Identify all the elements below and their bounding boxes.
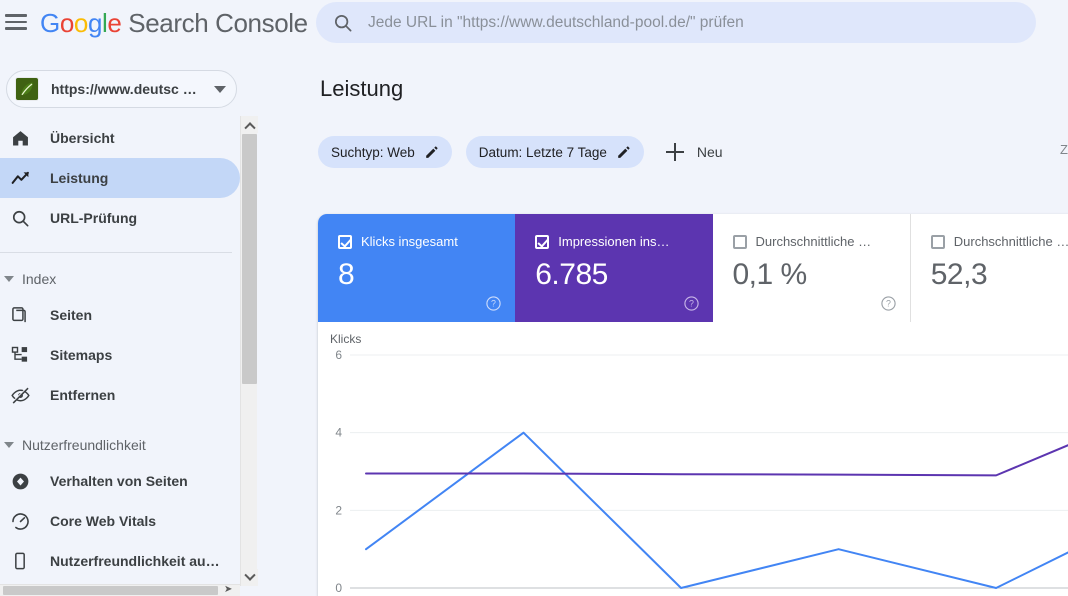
sidebar-item-label: Sitemaps [50,347,113,363]
brand-suffix: Search Console [121,8,308,38]
sidebar-item-label: Leistung [50,170,109,186]
hamburger-menu-icon[interactable] [4,12,28,32]
pages-icon [8,303,32,327]
add-filter-label: Neu [696,144,723,160]
svg-text:0: 0 [335,581,342,595]
svg-text:6: 6 [335,348,342,362]
metric-card-value: 6.785 [535,258,608,291]
metric-card-label: Durchschnittliche … [755,234,872,249]
sidebar-item-label: Nutzerfreundlichkeit au… [50,553,220,569]
chevron-up-icon [243,121,256,133]
sidebar-group-label: Index [22,271,57,287]
site-favicon-icon [15,77,39,101]
eye-off-icon [8,383,32,407]
sidebar-group-label: Nutzerfreundlichkeit [22,437,146,453]
scrollbar-thumb[interactable] [3,586,218,595]
sidebar-item-seiten[interactable]: Seiten [0,295,240,335]
speedometer-icon [8,509,32,533]
scrollbar-thumb[interactable] [242,134,257,384]
sidebar-item-verhalten-von-seiten[interactable]: Verhalten von Seiten [0,461,240,501]
plus-icon [665,143,684,161]
sidebar-item-label: Entfernen [50,387,116,403]
sidebar-item-core-web-vitals[interactable]: Core Web Vitals [0,501,240,541]
metric-card-durchschnittliche-position[interactable]: Durchschnittliche … 52,3 ? [911,214,1068,322]
pencil-icon[interactable] [616,145,631,160]
google-search-console-logo: Google Search Console [40,8,308,38]
scroll-up-button[interactable] [241,116,258,133]
metric-card-label: Klicks insgesamt [361,234,458,249]
sidebar-item-label: Übersicht [50,130,115,146]
property-selector[interactable]: https://www.deutsc … [6,70,237,108]
pencil-icon[interactable] [424,145,439,160]
page-experience-icon [8,469,32,493]
metric-checkbox[interactable] [535,234,550,249]
sidebar-group-nutzerfreundlichkeit[interactable]: Nutzerfreundlichkeit [0,429,240,461]
chevron-down-icon [243,569,256,581]
home-icon [8,126,32,150]
last-updated-label: Z [1060,142,1068,157]
svg-text:?: ? [491,299,496,309]
search-icon [334,14,352,31]
search-input[interactable]: Jede URL in "https://www.deutschland-poo… [368,14,1020,32]
property-url-label: https://www.deutsc … [51,81,197,97]
sidebar-item-leistung[interactable]: Leistung [0,158,240,198]
metric-checkbox[interactable] [930,234,945,249]
top-bar: Google Search Console Jede URL in "https… [0,0,1068,62]
scrollbar-corner: ➤ [224,584,233,595]
triangle-down-icon [4,276,14,282]
filter-chip-datum[interactable]: Datum: Letzte 7 Tage [465,136,644,168]
metric-card-durchschnittliche-ctr[interactable]: Durchschnittliche … 0,1 % ? [713,214,911,322]
trending-up-icon [8,166,32,190]
filter-bar: Suchtyp: Web Datum: Letzte 7 Tage Neu [318,136,723,168]
sidebar-nav: Übersicht Leistung URL-Prüfung Index Sei… [0,118,240,583]
svg-text:4: 4 [335,426,342,440]
sidebar-horizontal-scrollbar[interactable] [0,584,240,596]
svg-text:?: ? [689,299,694,309]
search-icon [8,206,32,230]
sidebar-item-label: Verhalten von Seiten [50,473,188,489]
help-icon[interactable]: ? [485,295,502,312]
add-filter-button[interactable]: Neu [665,143,723,161]
search-console-app: Google Search Console Jede URL in "https… [0,0,1068,596]
url-inspection-search-box[interactable]: Jede URL in "https://www.deutschland-poo… [316,2,1036,43]
sitemap-icon [8,343,32,367]
sidebar-item-sitemaps[interactable]: Sitemaps [0,335,240,375]
filter-chip-label: Suchtyp: Web [331,144,415,160]
metric-checkbox[interactable] [338,234,352,249]
sidebar-item-url-pruefung[interactable]: URL-Prüfung [0,198,240,238]
sidebar-item-entfernen[interactable]: Entfernen [0,375,240,415]
triangle-down-icon [4,442,14,448]
sidebar-item-label: Seiten [50,307,93,323]
sidebar-item-label: URL-Prüfung [50,210,138,226]
metric-card-impressionen[interactable]: Impressionen ins… 6.785 ? [515,214,713,322]
chart-svg: 024622.08.2223.08.2224.08.2225.08.2226.0… [335,348,1068,595]
metric-card-label: Impressionen ins… [558,234,670,249]
sidebar-divider [0,252,232,253]
sidebar-item-nutzerfreundlichkeit-auf-mobilgeraeten[interactable]: Nutzerfreundlichkeit au… [0,541,240,581]
metric-card-klicks[interactable]: Klicks insgesamt 8 ? [318,214,516,322]
metric-card-value: 52,3 [930,258,988,291]
metric-checkbox[interactable] [732,234,747,249]
sidebar-item-uebersicht[interactable]: Übersicht [0,118,240,158]
metric-card-label: Durchschnittliche … [953,234,1068,249]
performance-chart: Klicks 024622.08.2223.08.2224.08.2225.08… [318,322,1068,596]
sidebar-vertical-scrollbar[interactable] [240,116,258,586]
main-content: Leistung Suchtyp: Web Datum: Letzte 7 Ta… [258,62,1068,596]
metric-card-value: 8 [338,258,355,291]
performance-panel: Klicks insgesamt 8 ? Impressionen ins… 6… [318,214,1068,596]
page-title: Leistung [320,76,404,101]
filter-chip-label: Datum: Letzte 7 Tage [478,144,607,160]
scroll-down-button[interactable] [241,569,258,586]
svg-text:?: ? [886,299,891,309]
metric-card-value: 0,1 % [732,258,808,291]
sidebar-item-label: Core Web Vitals [50,513,157,529]
chevron-down-icon[interactable] [214,85,226,93]
mobile-icon [8,549,32,573]
metric-cards: Klicks insgesamt 8 ? Impressionen ins… 6… [318,214,1068,322]
help-icon[interactable]: ? [683,295,700,312]
help-icon[interactable]: ? [880,295,897,312]
svg-text:2: 2 [335,503,342,517]
filter-chip-suchtyp[interactable]: Suchtyp: Web [318,136,452,168]
sidebar-group-index[interactable]: Index [0,263,240,295]
